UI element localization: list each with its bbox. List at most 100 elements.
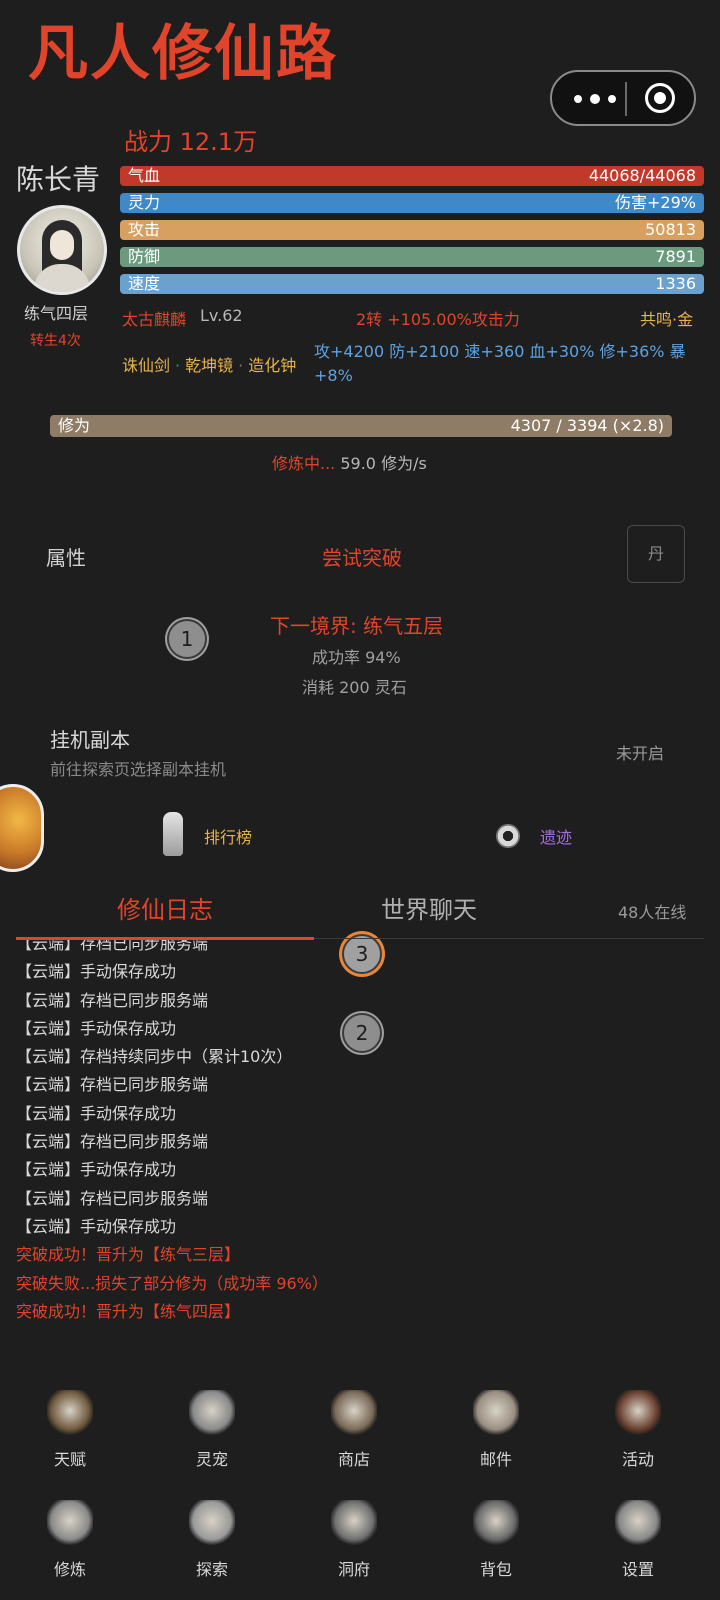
equipment-item[interactable]: 乾坤镜 bbox=[185, 356, 233, 375]
log-entry: 【云端】存档持续同步中（累计10次） bbox=[16, 1047, 293, 1067]
stat-label: 防御 bbox=[128, 247, 161, 266]
mini-program-capsule bbox=[550, 70, 696, 126]
log-entry: 【云端】存档已同步服务端 bbox=[16, 1132, 209, 1152]
equipment-separator: · bbox=[175, 356, 181, 375]
cave-icon bbox=[331, 1500, 377, 1546]
pet-resonance: 共鸣·金 bbox=[640, 310, 694, 329]
nav-item[interactable]: 背包 bbox=[446, 1500, 546, 1580]
pill-button[interactable]: 丹 bbox=[627, 525, 685, 583]
log-entry: 【云端】手动保存成功 bbox=[16, 1160, 177, 1180]
nav-item[interactable]: 洞府 bbox=[304, 1500, 404, 1580]
app-title: 凡人修仙路 bbox=[28, 19, 338, 89]
stat-bar-hp: 气血 44068/44068 bbox=[120, 166, 704, 186]
stat-bar-speed: 速度 1336 bbox=[120, 274, 704, 294]
nav-item[interactable]: 活动 bbox=[588, 1390, 688, 1470]
cultivation-status: 修炼中... 59.0 修为/s bbox=[272, 450, 427, 474]
log-entry: 【云端】存档已同步服务端 bbox=[16, 990, 209, 1010]
nav-label: 天赋 bbox=[53, 1450, 86, 1469]
stat-value: 44068/44068 bbox=[588, 166, 696, 185]
mountain-icon bbox=[189, 1500, 235, 1546]
gear-icon bbox=[615, 1500, 661, 1546]
close-target-icon[interactable] bbox=[645, 83, 675, 113]
log-entry: 【云端】手动保存成功 bbox=[16, 1018, 177, 1038]
lantern-icon bbox=[615, 1390, 661, 1436]
nav-label: 探索 bbox=[195, 1560, 228, 1579]
stat-value: 7891 bbox=[655, 247, 696, 266]
log-entry: 突破成功！晋升为【练气三层】 bbox=[16, 1245, 241, 1265]
nav-label: 商店 bbox=[337, 1450, 370, 1469]
cultivation-bar: 修为 4307 / 3394 (×2.8) bbox=[50, 415, 672, 437]
shop-pavilion-icon bbox=[331, 1390, 377, 1436]
pet-name[interactable]: 太古麒麟 bbox=[122, 306, 186, 330]
equipment-separator: · bbox=[238, 356, 244, 375]
ruins-button[interactable]: 遗迹 bbox=[540, 824, 572, 848]
spirit-pet-icon bbox=[189, 1390, 235, 1436]
bag-icon bbox=[473, 1500, 519, 1546]
cultivation-value: 4307 / 3394 (×2.8) bbox=[510, 416, 664, 435]
scroll-icon bbox=[47, 1390, 93, 1436]
floating-event-avatar[interactable] bbox=[0, 784, 44, 872]
stat-value: 50813 bbox=[645, 220, 696, 239]
log-entry: 【云端】手动保存成功 bbox=[16, 962, 177, 982]
character-realm: 练气四层 bbox=[24, 304, 89, 323]
log-list[interactable]: 【云端】存档已同步服务端 【云端】手动保存成功 【云端】存档已同步服务端 【云端】手动… bbox=[16, 940, 706, 1330]
nav-label: 灵宠 bbox=[195, 1450, 228, 1469]
nav-item[interactable]: 设置 bbox=[588, 1500, 688, 1580]
nav-label: 活动 bbox=[621, 1450, 654, 1469]
character-name: 陈长青 bbox=[16, 163, 101, 196]
stat-value: 1336 bbox=[655, 274, 696, 293]
cultivation-state: 修炼中... bbox=[272, 454, 336, 473]
stat-bar-attack: 攻击 50813 bbox=[120, 220, 704, 240]
afk-dungeon-title[interactable]: 挂机副本 bbox=[50, 724, 130, 753]
stat-label: 速度 bbox=[128, 274, 161, 293]
stat-value: 伤害+29% bbox=[615, 193, 696, 212]
nav-item[interactable]: 探索 bbox=[162, 1500, 262, 1580]
nav-item[interactable]: 修炼 bbox=[20, 1500, 120, 1580]
breakthrough-button[interactable]: 尝试突破 bbox=[322, 542, 402, 571]
mail-icon bbox=[473, 1390, 519, 1436]
online-count: 48人在线 bbox=[618, 903, 687, 922]
equipment-bonus: 攻+4200 防+2100 速+360 血+30% 修+36% 暴+8% bbox=[314, 342, 686, 385]
combat-power: 战力 12.1万 bbox=[124, 128, 258, 156]
nav-label: 修炼 bbox=[53, 1560, 86, 1579]
stat-bar-defense: 防御 7891 bbox=[120, 247, 704, 267]
afk-dungeon-desc: 前往探索页选择副本挂机 bbox=[50, 760, 227, 779]
stat-bar-mana: 灵力 伤害+29% bbox=[120, 193, 704, 213]
equipment-item[interactable]: 诛仙剑 bbox=[122, 356, 170, 375]
log-entry: 【云端】存档已同步服务端 bbox=[16, 940, 209, 953]
tab-cultivation-log[interactable]: 修仙日志 bbox=[16, 880, 314, 940]
tab-world-chat[interactable]: 世界聊天 bbox=[314, 880, 544, 940]
nav-label: 洞府 bbox=[337, 1560, 370, 1579]
log-entry: 突破成功！晋升为【练气四层】 bbox=[16, 1301, 241, 1321]
afk-dungeon-status: 未开启 bbox=[616, 744, 665, 763]
equipment-list: 诛仙剑 · 乾坤镜 · 造化钟 bbox=[122, 352, 296, 376]
nav-item[interactable]: 天赋 bbox=[20, 1390, 120, 1470]
nav-label: 背包 bbox=[479, 1560, 512, 1579]
pet-bonus: 2转 +105.00%攻击力 bbox=[356, 310, 520, 329]
nav-item[interactable]: 灵宠 bbox=[162, 1390, 262, 1470]
attributes-button[interactable]: 属性 bbox=[46, 542, 86, 571]
more-icon[interactable] bbox=[570, 88, 620, 110]
log-entry: 突破失败...损失了部分修为（成功率 96%） bbox=[16, 1273, 328, 1293]
stat-label: 攻击 bbox=[128, 220, 161, 239]
equipment-item[interactable]: 造化钟 bbox=[248, 356, 296, 375]
stat-label: 灵力 bbox=[128, 193, 161, 212]
pet-level: Lv.62 bbox=[200, 306, 243, 325]
log-entry: 【云端】手动保存成功 bbox=[16, 1216, 177, 1236]
cultivation-label: 修为 bbox=[58, 416, 91, 435]
log-entry: 【云端】存档已同步服务端 bbox=[16, 1075, 209, 1095]
ruins-orb-icon[interactable] bbox=[496, 824, 520, 848]
meditation-icon bbox=[47, 1500, 93, 1546]
cultivation-rate: 59.0 修为/s bbox=[340, 454, 427, 473]
nav-item[interactable]: 邮件 bbox=[446, 1390, 546, 1470]
nav-item[interactable]: 商店 bbox=[304, 1390, 404, 1470]
nav-label: 设置 bbox=[621, 1560, 654, 1579]
leaderboard-statue-icon[interactable] bbox=[163, 812, 183, 856]
leaderboard-button[interactable]: 排行榜 bbox=[204, 824, 252, 848]
stat-label: 气血 bbox=[128, 166, 161, 185]
log-entry: 【云端】手动保存成功 bbox=[16, 1103, 177, 1123]
capsule-divider bbox=[625, 82, 627, 116]
guide-marker-1[interactable]: 1 bbox=[167, 619, 207, 659]
log-entry: 【云端】存档已同步服务端 bbox=[16, 1188, 209, 1208]
character-avatar[interactable] bbox=[17, 205, 107, 295]
